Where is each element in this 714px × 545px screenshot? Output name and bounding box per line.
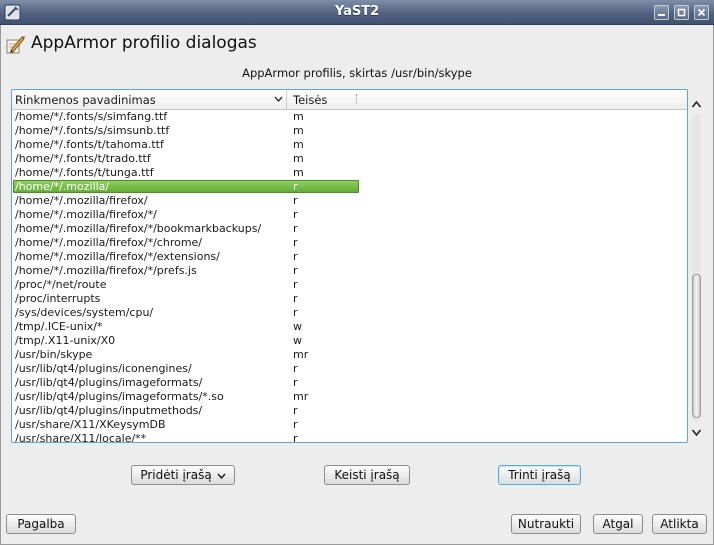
permission-cell: r xyxy=(293,404,298,417)
permission-cell: r xyxy=(293,306,298,319)
delete-entry-button[interactable]: Trinti įrašą xyxy=(498,465,581,485)
filename-cell: /usr/lib/qt4/plugins/inputmethods/ xyxy=(15,404,203,417)
table-row[interactable]: /home/*/.fonts/t/tunga.ttf m xyxy=(12,166,687,180)
column-resize-handle[interactable] xyxy=(356,94,358,104)
permission-cell: r xyxy=(293,250,298,263)
filename-cell: /home/*/.fonts/s/simfang.ttf xyxy=(15,110,168,123)
filename-cell: /usr/share/X11/XKeysymDB xyxy=(15,418,166,431)
close-icon[interactable] xyxy=(694,5,709,20)
column-header-filename[interactable]: Rinkmenos pavadinimas xyxy=(12,90,287,109)
permission-cell: w xyxy=(293,320,302,333)
filename-cell: /proc/*/net/route xyxy=(15,278,107,291)
filename-cell: /usr/lib/qt4/plugins/iconengines/ xyxy=(15,362,192,375)
filename-cell: /usr/bin/skype xyxy=(15,348,93,361)
filename-cell: /home/*/.mozilla/firefox/*/bookmarkbacku… xyxy=(15,222,262,235)
table-row[interactable]: /usr/share/X11/XKeysymDB r xyxy=(12,418,687,432)
permission-cell: m xyxy=(293,138,304,151)
table-row[interactable]: /proc/*/net/route r xyxy=(12,278,687,292)
permission-cell: r xyxy=(293,376,298,389)
scroll-down-icon[interactable] xyxy=(691,425,702,439)
dialog-title: AppArmor profilio dialogas xyxy=(31,33,257,53)
table-row[interactable]: /proc/interrupts r xyxy=(12,292,687,306)
table-row[interactable]: /home/*/.mozilla/firefox/r xyxy=(12,194,687,208)
permission-cell: m xyxy=(293,110,304,123)
table-row[interactable]: /home/*/.mozilla/r xyxy=(12,180,687,194)
permission-cell: r xyxy=(293,362,298,375)
permission-cell: r xyxy=(293,292,298,305)
window-titlebar[interactable]: YaST2 xyxy=(0,0,714,25)
filename-cell: /tmp/.ICE-unix/* xyxy=(15,320,103,333)
permission-cell: r xyxy=(293,194,298,207)
table-row[interactable]: /home/*/.fonts/t/tahoma.ttf m xyxy=(12,138,687,152)
filename-cell: /usr/share/X11/locale/** xyxy=(15,432,147,443)
table-row[interactable]: /home/*/.fonts/s/simfang.ttf m xyxy=(12,110,687,124)
permission-cell: r xyxy=(293,236,298,249)
permission-cell: m xyxy=(293,124,304,137)
table-row[interactable]: /home/*/.mozilla/firefox/*/extensions/r xyxy=(12,250,687,264)
maximize-icon[interactable] xyxy=(674,5,689,20)
minimize-icon[interactable] xyxy=(654,5,669,20)
filename-cell: /usr/lib/qt4/plugins/imageformats/ xyxy=(15,376,203,389)
profile-subtitle: AppArmor profilis, skirtas /usr/bin/skyp… xyxy=(242,66,472,80)
cancel-button[interactable]: Nutraukti xyxy=(511,514,581,534)
permission-cell: mr xyxy=(293,348,309,361)
filename-cell: /home/*/.mozilla/firefox/*/prefs.js xyxy=(15,264,197,277)
table-row[interactable]: /home/*/.mozilla/firefox/*/bookmarkbacku… xyxy=(12,222,687,236)
chevron-down-icon xyxy=(217,473,226,479)
permission-cell: m xyxy=(293,152,304,165)
table-body: /home/*/.fonts/s/simfang.ttf m/home/*/.fo… xyxy=(12,110,687,443)
table-row[interactable]: /usr/lib/qt4/plugins/imageformats/*.so mr xyxy=(12,390,687,404)
filename-cell: /home/*/.mozilla/firefox/ xyxy=(15,194,148,207)
scroll-thumb[interactable] xyxy=(692,274,701,418)
filename-cell: /home/*/.mozilla/firefox/*/ xyxy=(15,208,157,221)
filename-cell: /tmp/.X11-unix/X0 xyxy=(15,334,116,347)
permission-cell: r xyxy=(293,180,298,193)
filename-cell: /home/*/.fonts/t/tahoma.ttf xyxy=(15,138,164,151)
apparmor-pen-icon xyxy=(6,36,25,54)
permission-cell: r xyxy=(293,278,298,291)
permission-cell: r xyxy=(293,264,298,277)
filename-cell: /home/*/.mozilla/firefox/*/chrome/ xyxy=(15,236,203,249)
scroll-up-icon[interactable] xyxy=(691,98,702,112)
table-row[interactable]: /home/*/.mozilla/firefox/*/ r xyxy=(12,208,687,222)
add-entry-button[interactable]: Pridėti įrašą xyxy=(131,465,235,485)
help-button[interactable]: Pagalba xyxy=(6,514,76,534)
permission-cell: m xyxy=(293,166,304,179)
filename-cell: /home/*/.fonts/t/trado.ttf xyxy=(15,152,151,165)
filename-cell: /sys/devices/system/cpu/ xyxy=(15,306,154,319)
vertical-scrollbar[interactable] xyxy=(688,98,705,443)
table-row[interactable]: /usr/bin/skype mr xyxy=(12,348,687,362)
edit-entry-button[interactable]: Keisti įrašą xyxy=(324,465,410,485)
table-row[interactable]: /usr/lib/qt4/plugins/imageformats/r xyxy=(12,376,687,390)
table-row[interactable]: /usr/lib/qt4/plugins/iconengines/r xyxy=(12,362,687,376)
table-row[interactable]: /tmp/.X11-unix/X0 w xyxy=(12,334,687,348)
permission-cell: r xyxy=(293,418,298,431)
permission-cell: r xyxy=(293,432,298,443)
finish-button[interactable]: Atlikta xyxy=(652,514,707,534)
filename-cell: /home/*/.fonts/s/simsunb.ttf xyxy=(15,124,170,137)
back-button[interactable]: Atgal xyxy=(593,514,643,534)
table-header: Rinkmenos pavadinimas Teisės xyxy=(12,90,687,110)
table-row[interactable]: /home/*/.fonts/s/simsunb.ttf m xyxy=(12,124,687,138)
table-row[interactable]: /tmp/.ICE-unix/* w xyxy=(12,320,687,334)
rules-table[interactable]: Rinkmenos pavadinimas Teisės /home/*/.fo… xyxy=(11,89,688,443)
table-row[interactable]: /sys/devices/system/cpu/r xyxy=(12,306,687,320)
filename-cell: /home/*/.mozilla/firefox/*/extensions/ xyxy=(15,250,220,263)
permission-cell: r xyxy=(293,208,298,221)
table-row[interactable]: /usr/share/X11/locale/** r xyxy=(12,432,687,443)
filename-cell: /home/*/.mozilla/ xyxy=(15,180,110,193)
window-title: YaST2 xyxy=(334,4,380,19)
table-row[interactable]: /usr/lib/qt4/plugins/inputmethods/r xyxy=(12,404,687,418)
filename-cell: /usr/lib/qt4/plugins/imageformats/*.so xyxy=(15,390,224,403)
permission-cell: mr xyxy=(293,390,309,403)
table-row[interactable]: /home/*/.mozilla/firefox/*/chrome/r xyxy=(12,236,687,250)
permission-cell: r xyxy=(293,222,298,235)
table-row[interactable]: /home/*/.fonts/t/trado.ttf m xyxy=(12,152,687,166)
table-row[interactable]: /home/*/.mozilla/firefox/*/prefs.js r xyxy=(12,264,687,278)
filename-cell: /home/*/.fonts/t/tunga.ttf xyxy=(15,166,154,179)
chevron-down-icon xyxy=(274,96,283,102)
permission-cell: w xyxy=(293,334,302,347)
filename-cell: /proc/interrupts xyxy=(15,292,101,305)
